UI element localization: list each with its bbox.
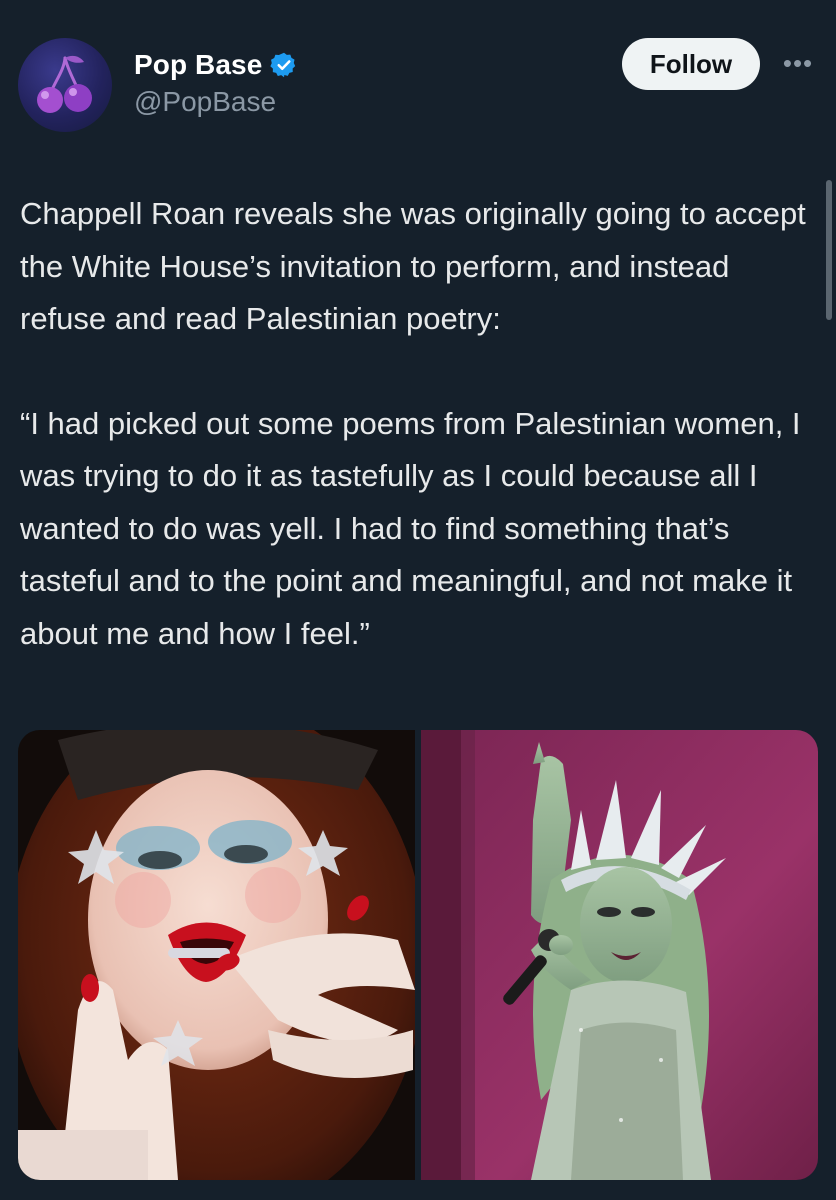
tweet-text: Chappell Roan reveals she was originally…	[20, 188, 820, 660]
tweet-card: Pop Base @PopBase Follow ••• Chappell Ro…	[0, 0, 836, 1200]
cherry-icon	[37, 55, 92, 113]
tweet-paragraph: Chappell Roan reveals she was originally…	[20, 196, 806, 336]
follow-button[interactable]: Follow	[622, 38, 760, 90]
scrollbar[interactable]	[826, 180, 832, 320]
portrait-photo[interactable]	[18, 730, 415, 1180]
display-name[interactable]: Pop Base	[134, 49, 262, 81]
name-row: Pop Base	[134, 46, 298, 84]
tweet-paragraph: “I had picked out some poems from Palest…	[20, 405, 801, 651]
avatar[interactable]	[18, 38, 112, 132]
user-handle[interactable]: @PopBase	[134, 86, 298, 118]
author-info: Pop Base @PopBase	[134, 46, 298, 118]
media-grid	[18, 730, 818, 1180]
verified-badge-icon	[270, 51, 298, 79]
performance-photo[interactable]	[421, 730, 818, 1180]
more-options-icon[interactable]: •••	[778, 48, 818, 78]
